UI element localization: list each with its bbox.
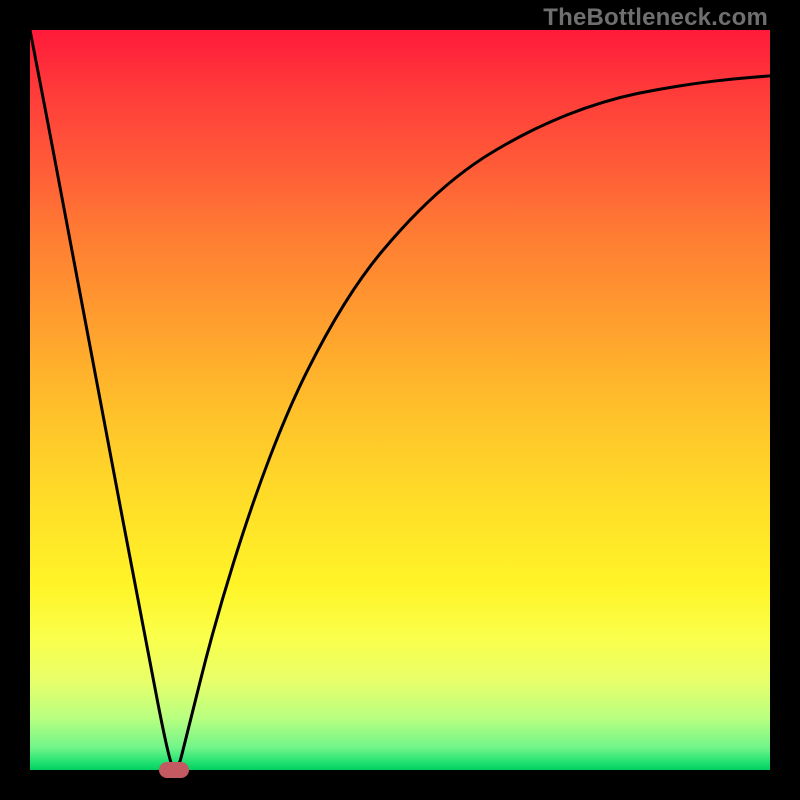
bottleneck-curve — [30, 30, 770, 770]
optimal-marker — [159, 762, 189, 778]
curve-svg — [30, 30, 770, 770]
chart-container: TheBottleneck.com — [0, 0, 800, 800]
plot-area — [30, 30, 770, 770]
watermark-text: TheBottleneck.com — [543, 4, 768, 32]
